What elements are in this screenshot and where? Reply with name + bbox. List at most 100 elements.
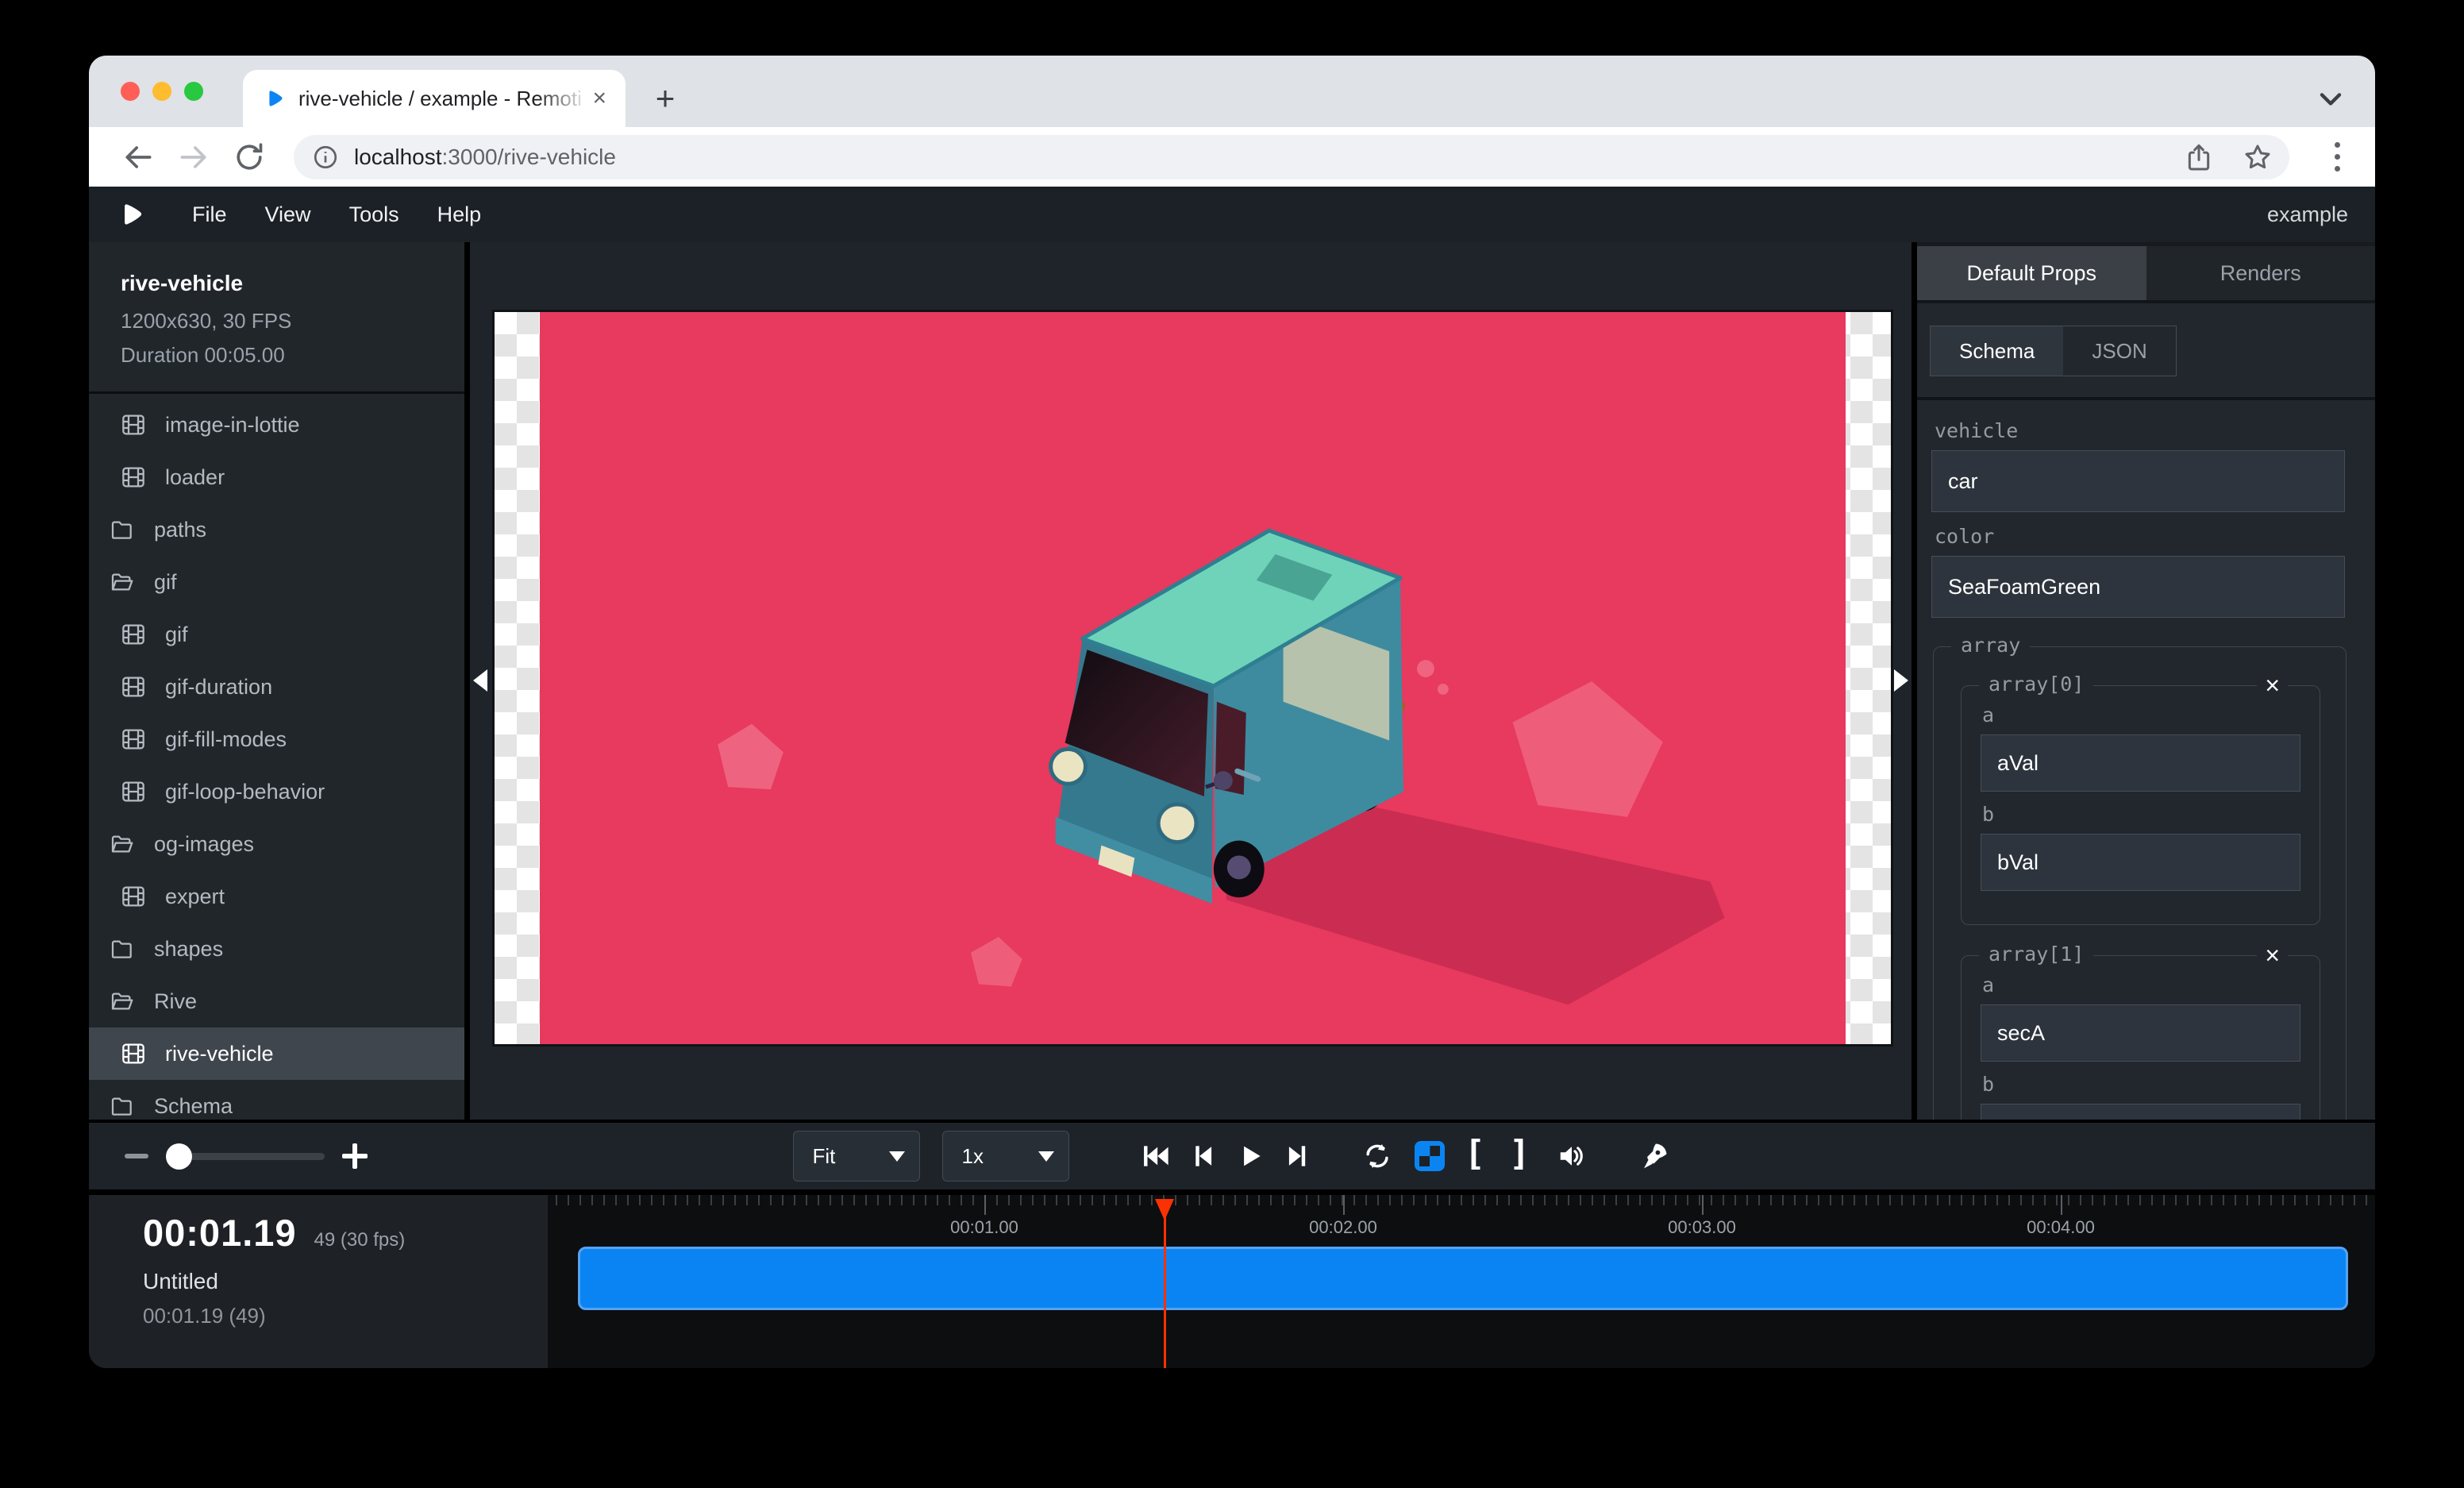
sidebar-item-gif-duration[interactable]: gif-duration — [89, 661, 464, 713]
previous-frame-button[interactable] — [1185, 1139, 1220, 1174]
playback-controls: Fit 1x [ ] — [793, 1131, 1672, 1182]
tab-close-icon[interactable]: × — [589, 87, 610, 110]
menu-help[interactable]: Help — [418, 202, 501, 227]
fit-dropdown-value: Fit — [813, 1144, 836, 1169]
film-icon — [121, 1041, 146, 1066]
share-icon[interactable] — [2183, 141, 2215, 173]
sidebar-item-label: gif-duration — [165, 675, 272, 700]
current-time: 00:01.19 — [143, 1211, 297, 1255]
field-input[interactable] — [1981, 834, 2300, 891]
timeline-track-bar[interactable] — [578, 1247, 2348, 1310]
collapse-left-panel-icon[interactable] — [473, 669, 487, 692]
window-controls — [121, 82, 203, 101]
timeline-zoom-control — [125, 1123, 368, 1189]
reload-icon[interactable] — [232, 140, 267, 175]
ruler-major-tick — [1343, 1195, 1345, 1215]
back-icon[interactable] — [121, 140, 156, 175]
speed-dropdown[interactable]: 1x — [942, 1131, 1069, 1182]
toggle-json[interactable]: JSON — [2063, 326, 2175, 376]
array-item-label: array[0] — [1979, 673, 2093, 696]
render-rocket-icon[interactable] — [1637, 1139, 1672, 1174]
minimize-window-button[interactable] — [152, 82, 171, 101]
remove-item-icon[interactable]: × — [2257, 670, 2288, 700]
remove-item-icon[interactable]: × — [2257, 940, 2288, 970]
sidebar-item-gif[interactable]: gif — [89, 556, 464, 608]
sidebar-file-list: image-in-lottieloaderpathsgifgifgif-dura… — [89, 394, 464, 1120]
new-tab-button[interactable]: + — [643, 76, 687, 121]
forward-icon[interactable] — [176, 140, 211, 175]
bookmark-star-icon[interactable] — [2242, 141, 2273, 173]
vehicle-illustration — [540, 312, 1846, 1044]
browser-navbar: localhost:3000/rive-vehicle — [89, 127, 2375, 187]
ruler-time-label: 00:01.00 — [950, 1217, 1018, 1238]
field-input[interactable] — [1981, 1104, 2300, 1120]
set-out-point-button[interactable]: ] — [1509, 1136, 1530, 1176]
zoom-slider-thumb[interactable] — [166, 1143, 192, 1170]
zoom-slider[interactable] — [166, 1153, 325, 1160]
sidebar-item-shapes[interactable]: shapes — [89, 923, 464, 975]
zoom-in-icon[interactable] — [342, 1143, 368, 1169]
sidebar-item-og-images[interactable]: og-images — [89, 818, 464, 870]
toggle-schema[interactable]: Schema — [1931, 326, 2063, 376]
site-info-icon[interactable] — [311, 143, 340, 172]
url-bar[interactable]: localhost:3000/rive-vehicle — [294, 135, 2289, 179]
composition-dimensions: 1200x630, 30 FPS — [121, 309, 441, 333]
zoom-out-icon[interactable] — [125, 1154, 148, 1158]
set-in-point-button[interactable]: [ — [1465, 1136, 1486, 1176]
browser-menu-icon[interactable] — [2321, 140, 2353, 175]
sidebar-item-gif-loop-behavior[interactable]: gif-loop-behavior — [89, 765, 464, 818]
transparency-toggle-icon[interactable] — [1412, 1139, 1447, 1174]
ruler-major-tick — [2061, 1195, 2062, 1215]
sidebar-item-label: shapes — [154, 937, 223, 962]
tab-renders[interactable]: Renders — [2146, 246, 2376, 300]
field-label: b — [1982, 803, 2300, 826]
volume-icon[interactable] — [1554, 1139, 1589, 1174]
sidebar-item-expert[interactable]: expert — [89, 870, 464, 923]
array-item-label: array[1] — [1979, 943, 2093, 966]
menu-view[interactable]: View — [246, 202, 330, 227]
film-icon — [121, 465, 146, 490]
props-panel-tabs: Default Props Renders — [1917, 246, 2375, 303]
vehicle-field[interactable] — [1931, 450, 2345, 512]
tab-default-props[interactable]: Default Props — [1917, 246, 2146, 300]
next-frame-button[interactable] — [1280, 1139, 1315, 1174]
film-icon — [121, 884, 146, 909]
sidebar-item-loader[interactable]: loader — [89, 451, 464, 503]
sidebar-item-gif-fill-modes[interactable]: gif-fill-modes — [89, 713, 464, 765]
animation-artboard — [540, 312, 1846, 1044]
ruler-time-label: 00:02.00 — [1309, 1217, 1377, 1238]
close-window-button[interactable] — [121, 82, 140, 101]
sidebar-item-rive-vehicle[interactable]: rive-vehicle — [89, 1027, 464, 1080]
loop-toggle-icon[interactable] — [1360, 1139, 1395, 1174]
field-input[interactable] — [1981, 1004, 2300, 1062]
folder-open-icon — [110, 569, 135, 595]
folder-open-icon — [110, 831, 135, 857]
browser-tab[interactable]: rive-vehicle / example - Remoti × — [243, 70, 626, 127]
film-icon — [121, 622, 146, 647]
playhead-marker[interactable] — [1155, 1199, 1174, 1220]
skip-to-start-button[interactable] — [1138, 1139, 1172, 1174]
sidebar-item-Rive[interactable]: Rive — [89, 975, 464, 1027]
field-label: a — [1982, 973, 2300, 996]
sidebar-item-Schema[interactable]: Schema — [89, 1080, 464, 1120]
fit-dropdown[interactable]: Fit — [793, 1131, 920, 1182]
sidebar-item-label: gif — [165, 623, 188, 647]
url-text: localhost:3000/rive-vehicle — [354, 145, 2156, 170]
color-field[interactable] — [1931, 556, 2345, 618]
play-button[interactable] — [1233, 1139, 1268, 1174]
field-input[interactable] — [1981, 734, 2300, 792]
ruler-minor-ticks — [556, 1195, 2375, 1205]
menu-tools[interactable]: Tools — [330, 202, 418, 227]
sidebar-item-label: og-images — [154, 832, 254, 857]
fullscreen-window-button[interactable] — [184, 82, 203, 101]
chevron-down-icon[interactable] — [2313, 81, 2348, 116]
preview-canvas — [470, 242, 1912, 1120]
sidebar-item-paths[interactable]: paths — [89, 503, 464, 556]
playhead-line[interactable] — [1164, 1200, 1166, 1368]
timeline-ruler[interactable]: 00:01.0000:02.0000:03.0000:04.00 — [548, 1195, 2375, 1368]
browser-window: rive-vehicle / example - Remoti × + loca… — [89, 56, 2375, 1368]
collapse-right-panel-icon[interactable] — [1894, 669, 1908, 692]
menu-file[interactable]: File — [173, 202, 246, 227]
sidebar-item-gif[interactable]: gif — [89, 608, 464, 661]
sidebar-item-image-in-lottie[interactable]: image-in-lottie — [89, 399, 464, 451]
